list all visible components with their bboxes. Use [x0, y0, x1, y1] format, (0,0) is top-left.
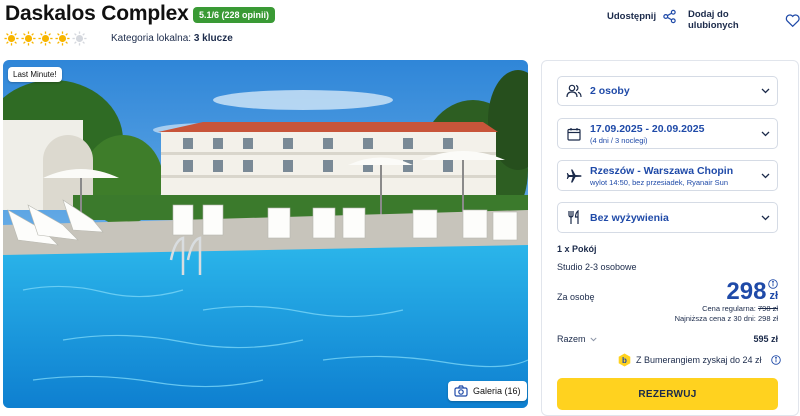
room-type: Studio 2-3 osobowe: [557, 262, 637, 272]
chevron-down-icon: [761, 131, 769, 136]
rating-badge[interactable]: 5.1/6 (228 opinii): [193, 7, 276, 23]
flight-selector[interactable]: Rzeszów - Warszawa Chopin wylot 14:50, be…: [557, 160, 778, 191]
last-minute-badge: Last Minute!: [8, 67, 62, 82]
chevron-down-icon: [761, 173, 769, 178]
total-label: Razem: [557, 334, 586, 344]
chevron-down-icon: [589, 337, 597, 341]
sun-icon: [21, 31, 36, 46]
sun-icon: [38, 31, 53, 46]
bumerang-promo: b Z Bumerangiem zyskaj do 24 zł: [618, 353, 781, 367]
board-selector[interactable]: Bez wyżywienia: [557, 202, 778, 233]
camera-icon: [454, 385, 468, 397]
regular-price: Cena regularna: 798 zł: [702, 304, 778, 313]
dates-value: 17.09.2025 - 20.09.2025: [590, 122, 705, 135]
heart-icon: [785, 13, 800, 27]
favorite-label: Dodaj do ulubionych: [688, 9, 739, 31]
room-count: 1 x Pokój: [557, 244, 597, 254]
price-currency: zł: [769, 290, 778, 302]
star-rating: [4, 31, 87, 46]
flight-details: wylot 14:50, bez przesiadek, Ryanair Sun: [590, 177, 728, 187]
info-icon[interactable]: [768, 279, 778, 289]
info-icon[interactable]: [770, 355, 781, 365]
per-person-label: Za osobę: [557, 292, 595, 302]
dates-duration: (4 dni / 3 noclegi): [590, 135, 648, 145]
guests-value: 2 osoby: [590, 85, 630, 97]
chevron-down-icon: [761, 88, 769, 94]
svg-text:b: b: [622, 356, 627, 365]
dates-selector[interactable]: 17.09.2025 - 20.09.2025 (4 dni / 3 nocleg…: [557, 118, 778, 149]
cutlery-icon: [568, 210, 579, 224]
local-category: Kategoria lokalna: 3 klucze: [111, 33, 233, 44]
gallery-button[interactable]: Galeria (16): [448, 381, 527, 401]
category-value: 3 klucze: [193, 33, 233, 44]
share-button[interactable]: Udostępnij: [607, 9, 677, 24]
hotel-title: Daskalos Complex: [5, 2, 189, 25]
share-icon: [663, 9, 676, 24]
plane-icon: [566, 169, 582, 182]
share-label: Udostępnij: [607, 11, 657, 22]
half-sun-icon: [72, 31, 87, 46]
reserve-button[interactable]: REZERWUJ: [557, 378, 778, 410]
price-value: 298: [726, 278, 767, 305]
gallery-label: Galeria (16): [473, 386, 521, 396]
hotel-photo[interactable]: [3, 60, 528, 408]
sun-icon: [4, 31, 19, 46]
board-value: Bez wyżywienia: [590, 211, 669, 224]
total-value: 595 zł: [753, 334, 778, 344]
bumerang-logo-icon: b: [618, 353, 631, 367]
favorite-button[interactable]: Dodaj do ulubionych: [688, 9, 800, 31]
user-group-icon: [566, 84, 582, 98]
category-label: Kategoria lokalna:: [111, 33, 192, 44]
calendar-icon: [567, 127, 581, 141]
chevron-down-icon: [761, 215, 769, 220]
hotel-photo-illustration: [3, 60, 528, 408]
bumerang-text: Z Bumerangiem zyskaj do 24 zł: [636, 355, 762, 365]
regular-price-value: 798 zł: [757, 304, 778, 313]
lowest-price-30-days: Najniższa cena z 30 dni: 298 zł: [674, 314, 778, 323]
sun-icon: [55, 31, 70, 46]
flight-value: Rzeszów - Warszawa Chopin: [590, 164, 734, 177]
regular-price-label: Cena regularna:: [702, 304, 756, 313]
guests-selector[interactable]: 2 osoby: [557, 76, 778, 106]
total-toggle[interactable]: Razem: [557, 334, 597, 344]
